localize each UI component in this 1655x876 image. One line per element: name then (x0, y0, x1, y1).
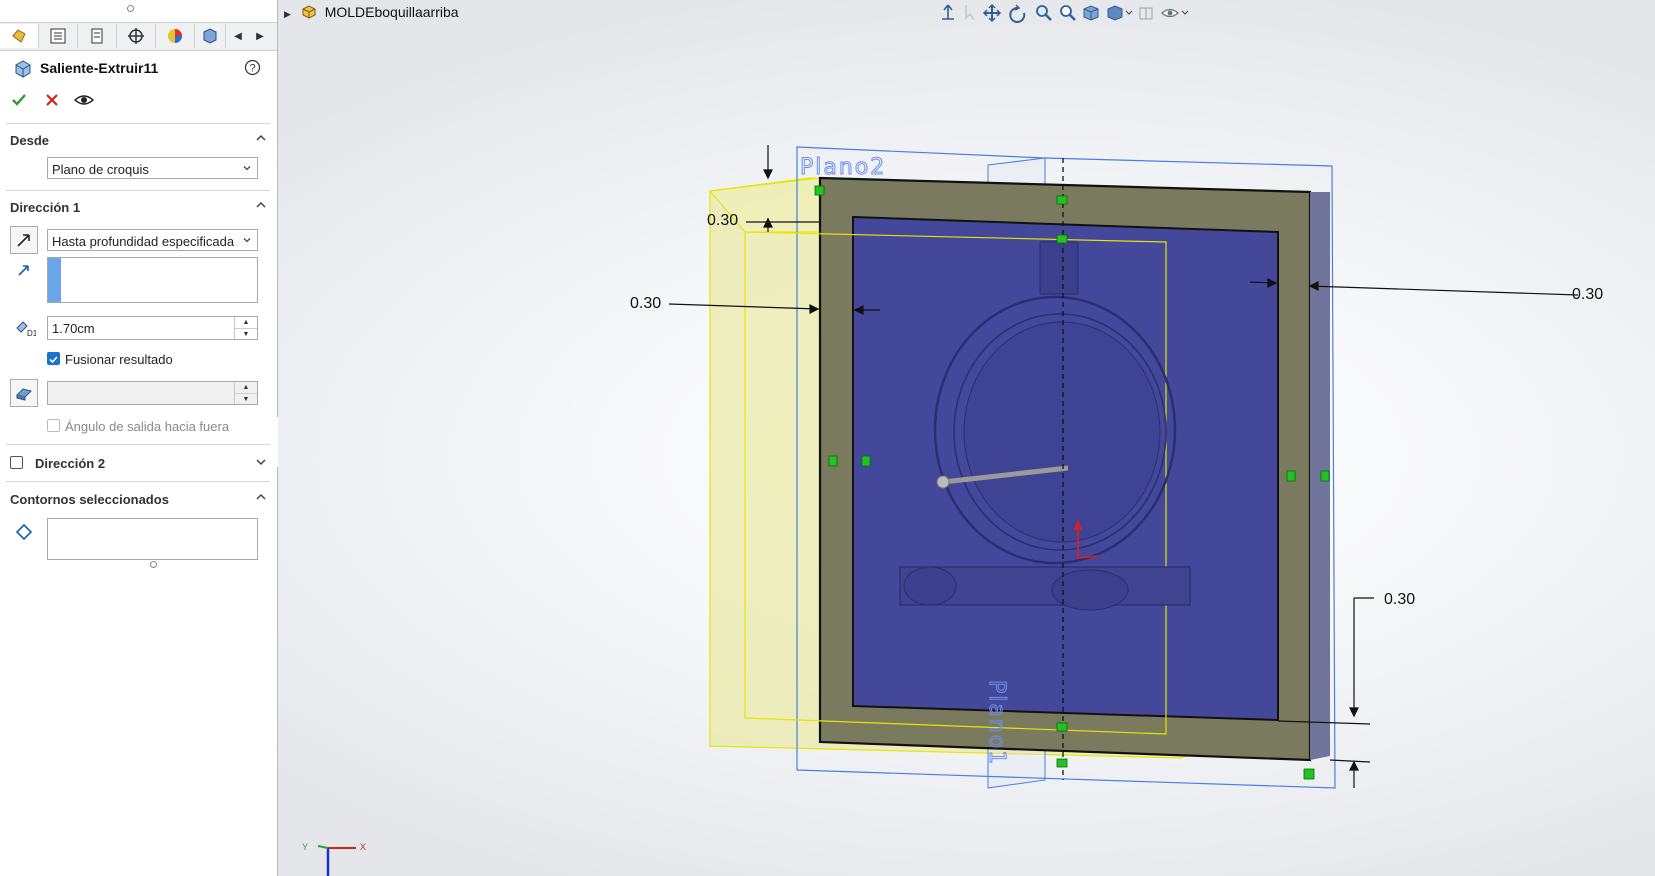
dimension-left[interactable]: 0.30 (630, 295, 661, 313)
section-title-desde: Desde (10, 133, 50, 148)
svg-text:?: ? (249, 63, 255, 75)
depth-input[interactable]: 1.70cm ▲ ▼ (47, 316, 258, 340)
depth-value: 1.70cm (52, 321, 95, 336)
panel-resize-grip[interactable] (127, 5, 134, 12)
merge-result-label: Fusionar resultado (65, 352, 173, 367)
spin-up-icon[interactable]: ▲ (235, 317, 257, 329)
feature-manager-icon (12, 29, 26, 43)
draft-outward-checkbox[interactable] (47, 419, 60, 432)
dimension-right[interactable]: 0.30 (1572, 286, 1603, 304)
appearance-pie-icon (168, 29, 182, 43)
svg-text:X: X (360, 842, 366, 852)
contour-diamond-icon (15, 523, 33, 541)
tab-configuration-manager[interactable] (78, 24, 117, 48)
end-condition-value: Hasta profundidad especificada (52, 234, 235, 249)
divider (6, 123, 270, 124)
reverse-direction-button[interactable] (10, 226, 38, 254)
preview-eye-icon[interactable] (74, 92, 94, 108)
depth-dimension-icon: D1 (16, 321, 36, 338)
draft-button[interactable] (10, 379, 38, 407)
selection-color-bar (48, 258, 61, 302)
crosshair-icon (128, 28, 144, 44)
property-manager-panel: ◀ ▶ Saliente-Extruir11 ? Desde Plano de … (0, 0, 278, 876)
svg-text:Y: Y (302, 842, 308, 852)
base-lobe-left (903, 566, 957, 606)
divider (6, 481, 270, 482)
collapse-chevron-up-icon[interactable] (256, 200, 266, 210)
help-icon[interactable]: ? (244, 59, 261, 76)
plane-2-label: Plano2 (800, 155, 886, 180)
spin-up-icon[interactable]: ▲ (235, 382, 257, 394)
direccion2-checkbox[interactable] (10, 456, 23, 469)
tab-scroll-left-button[interactable]: ◀ (229, 24, 247, 48)
coordinate-triad: X Y (302, 842, 366, 876)
direction-arrow-icon (18, 265, 29, 276)
divider (6, 444, 270, 445)
plane-1-label: Plano1 (984, 680, 1009, 766)
tab-feature-manager[interactable] (0, 24, 39, 48)
tab-property-manager[interactable] (39, 24, 78, 48)
desde-select[interactable]: Plano de croquis (47, 157, 258, 179)
tab-dimxpert-manager[interactable] (117, 24, 156, 48)
expand-chevron-down-icon[interactable] (256, 457, 266, 467)
manager-tab-bar: ◀ ▶ (0, 22, 277, 51)
arrow-right-icon: ▶ (256, 30, 264, 42)
svg-text:D1: D1 (27, 329, 36, 338)
list-resize-grip[interactable] (150, 561, 157, 568)
section-title-contornos: Contornos seleccionados (10, 492, 169, 507)
feature-title: Saliente-Extruir11 (40, 60, 159, 76)
configuration-manager-icon (91, 28, 103, 44)
depth-spinner[interactable]: ▲ ▼ (234, 317, 257, 339)
tab-display-manager[interactable] (156, 24, 195, 48)
chevron-down-icon (243, 238, 251, 243)
cube-tab-icon (203, 28, 217, 44)
section-title-direccion1: Dirección 1 (10, 200, 81, 215)
direction-reference-field[interactable] (47, 257, 258, 303)
cancel-x-icon[interactable] (44, 92, 60, 108)
spin-down-icon[interactable]: ▼ (235, 394, 257, 405)
ring-face (963, 321, 1161, 543)
spin-down-icon[interactable]: ▼ (235, 329, 257, 340)
collapse-chevron-up-icon[interactable] (256, 133, 266, 143)
reverse-direction-icon (17, 234, 30, 247)
desde-select-value: Plano de croquis (52, 162, 149, 177)
ok-check-icon[interactable] (10, 91, 28, 109)
draft-outward-label: Ángulo de salida hacia fuera (65, 419, 230, 434)
arrow-left-icon: ◀ (234, 30, 242, 42)
spout (1039, 241, 1079, 295)
checkmark-icon (49, 356, 58, 364)
draft-angle-input[interactable]: ▲ ▼ (47, 381, 258, 405)
divider (6, 190, 270, 191)
draft-spinner[interactable]: ▲ ▼ (234, 382, 257, 404)
tab-scroll-right-button[interactable]: ▶ (251, 24, 269, 48)
extrude-boss-icon (15, 60, 31, 78)
sketch-point (936, 475, 950, 489)
model-scene[interactable]: Plano2 Plano1 X Y (278, 0, 1655, 876)
selected-contours-list[interactable] (47, 518, 258, 560)
collapse-chevron-up-icon[interactable] (256, 492, 266, 502)
merge-result-checkbox[interactable] (47, 352, 60, 365)
property-manager-icon (50, 28, 66, 44)
draft-angle-icon (16, 388, 32, 401)
dimension-top-left[interactable]: 0.30 (707, 212, 738, 230)
chevron-down-icon (243, 166, 251, 171)
section-title-direccion2: Dirección 2 (35, 456, 106, 471)
tab-cam-manager[interactable] (195, 24, 226, 48)
dimension-bottom-right[interactable]: 0.30 (1384, 591, 1415, 609)
end-condition-select[interactable]: Hasta profundidad especificada (47, 229, 258, 251)
